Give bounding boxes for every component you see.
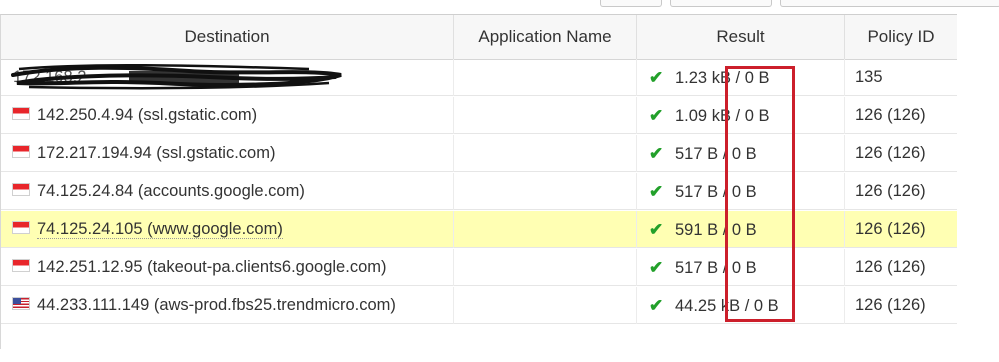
result-cell: ✔ 517 B / 0 B <box>637 173 845 210</box>
application-name-cell <box>454 173 637 210</box>
destination-text: 44.233.111.149 (aws-prod.fbs25.trendmicr… <box>37 296 396 314</box>
check-icon: ✔ <box>649 68 664 87</box>
table-row[interactable]: 172.168.2 ✔ 1.23 kB / 0 B 135 <box>1 59 957 96</box>
result-text: 1.23 kB / 0 B <box>675 69 770 87</box>
singapore-flag-icon <box>13 184 29 196</box>
singapore-flag-icon <box>13 260 29 272</box>
check-icon: ✔ <box>649 182 664 201</box>
result-cell: ✔ 517 B / 0 B <box>637 249 845 286</box>
application-name-cell <box>454 249 637 286</box>
destination-cell: 142.250.4.94 (ssl.gstatic.com) <box>1 97 454 134</box>
table-row[interactable]: 44.233.111.149 (aws-prod.fbs25.trendmicr… <box>1 287 957 324</box>
table-row[interactable]: 142.250.4.94 (ssl.gstatic.com) ✔ 1.09 kB … <box>1 97 957 134</box>
destination-cell: 74.125.24.84 (accounts.google.com) <box>1 173 454 210</box>
result-text: 591 B / 0 B <box>675 221 757 239</box>
policy-id-cell: 126 (126) <box>855 220 926 238</box>
table-row[interactable]: 172.217.194.94 (ssl.gstatic.com) ✔ 517 B … <box>1 135 957 172</box>
result-cell: ✔ 517 B / 0 B <box>637 135 845 172</box>
log-table: Destination Application Name Result Poli… <box>0 14 957 349</box>
singapore-flag-icon <box>13 108 29 120</box>
application-name-cell <box>454 211 637 248</box>
result-cell: ✔ 1.23 kB / 0 B <box>637 59 845 96</box>
us-flag-icon <box>13 298 29 310</box>
table-row[interactable]: 142.251.12.95 (takeout-pa.clients6.googl… <box>1 249 957 286</box>
policy-id-cell: 126 (126) <box>855 258 926 276</box>
policy-id-cell: 126 (126) <box>855 144 926 162</box>
result-text: 517 B / 0 B <box>675 183 757 201</box>
toolbar-control[interactable] <box>600 0 662 7</box>
check-icon: ✔ <box>649 258 664 277</box>
table-header: Destination Application Name Result Poli… <box>1 15 957 60</box>
policy-id-cell: 126 (126) <box>855 182 926 200</box>
toolbar-strip <box>0 0 999 14</box>
column-header-destination[interactable]: Destination <box>1 15 454 59</box>
application-name-cell <box>454 97 637 134</box>
result-cell: ✔ 591 B / 0 B <box>637 211 845 248</box>
singapore-flag-icon <box>13 146 29 158</box>
application-name-cell <box>454 59 637 96</box>
table-row-selected[interactable]: 74.125.24.105 (www.google.com) ✔ 591 B / … <box>1 211 957 248</box>
destination-cell: 142.251.12.95 (takeout-pa.clients6.googl… <box>1 249 454 286</box>
destination-text: 142.251.12.95 (takeout-pa.clients6.googl… <box>37 258 387 276</box>
application-name-cell <box>454 287 637 324</box>
policy-id-cell: 126 (126) <box>855 296 926 314</box>
check-icon: ✔ <box>649 106 664 125</box>
destination-text: 74.125.24.84 (accounts.google.com) <box>37 182 305 200</box>
singapore-flag-icon <box>13 222 29 234</box>
check-icon: ✔ <box>649 296 664 315</box>
destination-cell: 172.217.194.94 (ssl.gstatic.com) <box>1 135 454 172</box>
table-row-partial <box>1 325 957 349</box>
result-text: 517 B / 0 B <box>675 145 757 163</box>
destination-cell: 172.168.2 <box>1 59 454 96</box>
destination-text: 142.250.4.94 (ssl.gstatic.com) <box>37 106 258 124</box>
policy-id-cell: 135 <box>855 68 883 86</box>
destination-text: 172.217.194.94 (ssl.gstatic.com) <box>37 144 276 162</box>
destination-cell: 44.233.111.149 (aws-prod.fbs25.trendmicr… <box>1 287 454 324</box>
toolbar-control[interactable] <box>780 0 999 7</box>
policy-id-cell: 126 (126) <box>855 106 926 124</box>
result-text: 44.25 kB / 0 B <box>675 297 779 315</box>
result-text: 1.09 kB / 0 B <box>675 107 770 125</box>
result-text: 517 B / 0 B <box>675 259 757 277</box>
destination-text: 74.125.24.105 (www.google.com) <box>37 220 283 239</box>
destination-cell: 74.125.24.105 (www.google.com) <box>1 211 454 248</box>
column-header-policy-id[interactable]: Policy ID <box>845 15 957 59</box>
result-cell: ✔ 1.09 kB / 0 B <box>637 97 845 134</box>
column-header-result[interactable]: Result <box>637 15 845 59</box>
table-row[interactable]: 74.125.24.84 (accounts.google.com) ✔ 517 … <box>1 173 957 210</box>
result-cell: ✔ 44.25 kB / 0 B <box>637 287 845 324</box>
redaction-scribble <box>11 63 342 90</box>
toolbar-control[interactable] <box>670 0 772 7</box>
application-name-cell <box>454 135 637 172</box>
column-header-application-name[interactable]: Application Name <box>454 15 637 59</box>
check-icon: ✔ <box>649 220 664 239</box>
check-icon: ✔ <box>649 144 664 163</box>
